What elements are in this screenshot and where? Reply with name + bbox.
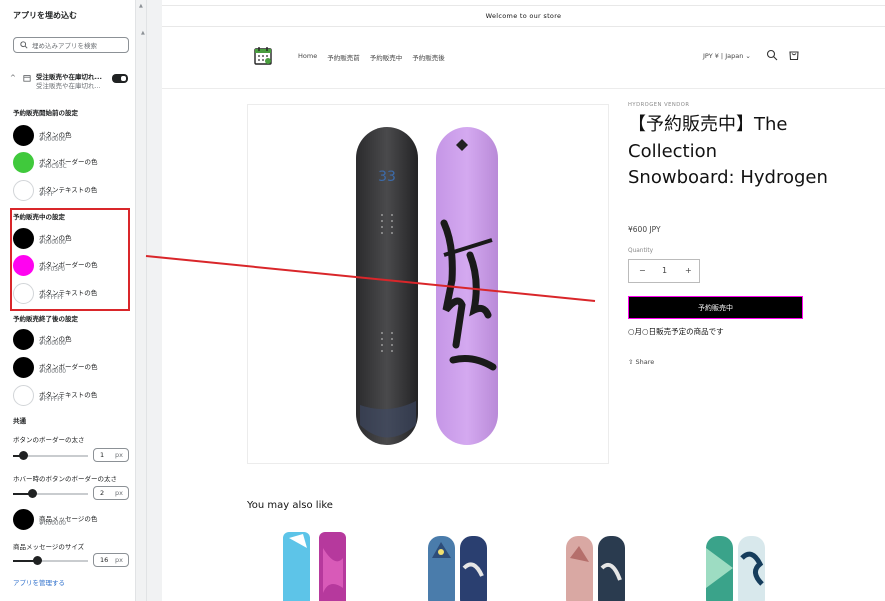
swatch-hex: #FFFFFF <box>39 397 64 403</box>
nav-item-during[interactable]: 予約販売中 <box>370 52 403 62</box>
nav-item-before[interactable]: 予約販売前 <box>327 52 360 62</box>
recommendation-product-image[interactable] <box>702 528 772 601</box>
unit-label: px <box>115 556 123 564</box>
scroll-up-icon[interactable]: ▲ <box>139 3 143 9</box>
color-swatch[interactable] <box>13 180 34 201</box>
quantity-plus-button[interactable]: + <box>685 266 692 275</box>
share-label: Share <box>635 358 655 366</box>
quantity-label: Quantity <box>628 248 654 254</box>
message-size-slider[interactable] <box>13 556 88 566</box>
announcement-bar: Welcome to our store <box>162 5 885 27</box>
swatch-row[interactable]: ボタンボーダーの色 #40C93C <box>13 152 131 176</box>
preorder-message: ○月○日販売予定の商品です <box>628 327 724 336</box>
color-swatch[interactable] <box>13 385 34 406</box>
app-subtitle: 受注販売や在庫切れ... <box>36 82 101 90</box>
recommendation-product-image[interactable] <box>424 528 494 601</box>
color-swatch[interactable] <box>13 509 34 530</box>
hover-border-width-value: 2 <box>100 489 105 497</box>
slider-thumb[interactable] <box>33 556 42 565</box>
swatch-hex: #000000 <box>39 521 66 527</box>
slider-thumb[interactable] <box>28 489 37 498</box>
message-color-row[interactable]: 商品メッセージの色 #000000 <box>13 509 131 533</box>
main-nav: Home 予約販売前 予約販売中 予約販売後 <box>298 52 445 62</box>
recommendations-heading: You may also like <box>247 500 333 511</box>
swatch-row[interactable]: ボタンテキストの色 #FFF <box>13 180 131 204</box>
search-placeholder: 埋め込みアプリを検索 <box>32 42 97 50</box>
hover-border-width-input[interactable]: 2 px <box>93 486 129 500</box>
header-divider <box>162 88 885 89</box>
swatch-hex: #40C93C <box>39 164 67 170</box>
border-width-slider[interactable] <box>13 451 88 461</box>
sidebar-scrollbar[interactable]: ▲ <box>136 0 147 601</box>
message-size-value: 16 <box>100 556 109 564</box>
app-embed-row[interactable]: ^ 受注販売や在庫切れ... 受注販売や在庫切れ... <box>8 69 132 91</box>
color-swatch[interactable] <box>13 125 34 146</box>
svg-text:33: 33 <box>378 169 396 185</box>
color-swatch[interactable] <box>13 329 34 350</box>
app-enabled-toggle[interactable] <box>112 74 128 83</box>
recommendation-product-image[interactable] <box>279 528 349 601</box>
swatch-hex: #000000 <box>39 137 66 143</box>
search-input[interactable]: 埋め込みアプリを検索 <box>13 37 129 53</box>
store-logo-calendar-icon[interactable] <box>253 46 273 66</box>
snowboard-image: 33 <box>356 127 498 445</box>
swatch-row[interactable]: ボタンの色 #000000 <box>13 125 131 149</box>
annotation-highlight-box <box>10 208 130 311</box>
unit-label: px <box>115 451 123 459</box>
quantity-stepper: − 1 + <box>628 259 700 283</box>
share-icon: ⇧ <box>628 358 634 366</box>
section-heading-after: 予約販売終了後の設定 <box>13 315 78 323</box>
product-price: ¥600 JPY <box>628 225 661 234</box>
message-size-input[interactable]: 16 px <box>93 553 129 567</box>
nav-item-after[interactable]: 予約販売後 <box>412 52 445 62</box>
swatch-hex: #FFF <box>39 192 54 198</box>
chevron-down-icon: ⌄ <box>745 52 751 60</box>
app-icon <box>23 75 31 82</box>
swatch-row[interactable]: ボタンの色 #000000 <box>13 329 131 353</box>
quantity-value[interactable]: 1 <box>662 266 667 275</box>
border-width-label: ボタンのボーダーの太さ <box>13 436 85 444</box>
color-swatch[interactable] <box>13 152 34 173</box>
product-vendor: HYDROGEN VENDOR <box>628 102 690 108</box>
search-icon[interactable] <box>766 49 778 61</box>
manage-app-link[interactable]: アプリを管理する <box>13 577 65 587</box>
swatch-hex: #000000 <box>39 369 66 375</box>
message-size-label: 商品メッセージのサイズ <box>13 543 85 551</box>
search-icon <box>20 41 28 49</box>
product-media[interactable]: 33 <box>247 104 609 464</box>
sidebar-title: アプリを埋め込む <box>13 11 77 20</box>
color-swatch[interactable] <box>13 357 34 378</box>
swatch-row[interactable]: ボタンテキストの色 #FFFFFF <box>13 385 131 409</box>
section-heading-before: 予約販売開始前の設定 <box>13 109 78 117</box>
product-title: 【予約販売中】The Collection Snowboard: Hydroge… <box>628 114 828 188</box>
editor-gutter <box>147 0 162 601</box>
cart-icon[interactable] <box>788 49 800 61</box>
border-width-value: 1 <box>100 451 105 459</box>
swatch-row[interactable]: ボタンボーダーの色 #000000 <box>13 357 131 381</box>
section-heading-common: 共通 <box>13 417 26 425</box>
quantity-minus-button[interactable]: − <box>639 266 646 275</box>
locale-label: JPY ¥ | Japan <box>703 52 744 60</box>
share-button[interactable]: ⇧ Share <box>628 358 654 366</box>
border-width-input[interactable]: 1 px <box>93 448 129 462</box>
nav-item-home[interactable]: Home <box>298 52 317 62</box>
swatch-hex: #000000 <box>39 341 66 347</box>
store-preview: Welcome to our store Home 予約販売前 予約販売中 予約… <box>162 0 885 601</box>
chevron-up-icon[interactable]: ^ <box>10 74 16 82</box>
locale-selector[interactable]: JPY ¥ | Japan ⌄ <box>703 52 751 60</box>
scroll-up-icon[interactable]: ▲ <box>141 30 145 36</box>
recommendation-product-image[interactable] <box>562 528 632 601</box>
slider-thumb[interactable] <box>19 451 28 460</box>
unit-label: px <box>115 489 123 497</box>
hover-border-width-label: ホバー時のボタンのボーダーの太さ <box>13 475 117 483</box>
hover-border-width-slider[interactable] <box>13 489 88 499</box>
preorder-button[interactable]: 予約販売中 <box>628 296 803 319</box>
